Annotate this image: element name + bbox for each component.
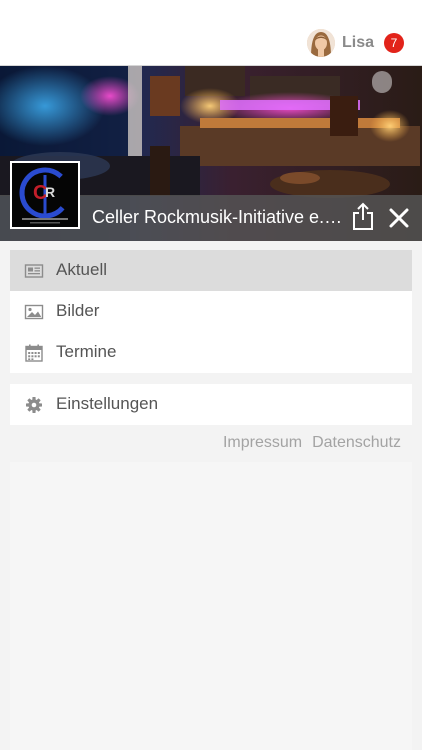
username[interactable]: Lisa bbox=[342, 34, 374, 52]
close-icon[interactable] bbox=[388, 207, 410, 229]
menu-item-bilder[interactable]: Bilder bbox=[10, 291, 412, 332]
logo-letter-r: R bbox=[45, 184, 55, 200]
newspaper-icon bbox=[24, 261, 44, 281]
primary-menu: Aktuell Bilder Termine bbox=[10, 250, 412, 373]
empty-content-area bbox=[10, 462, 412, 750]
group-title: Celler Rockmusik-Initiative e.V... bbox=[92, 207, 344, 227]
notification-badge[interactable]: 7 bbox=[384, 33, 404, 53]
datenschutz-link[interactable]: Datenschutz bbox=[312, 434, 401, 452]
menu-item-label: Aktuell bbox=[56, 260, 108, 279]
top-bar: Lisa 7 bbox=[0, 0, 422, 66]
close-button[interactable] bbox=[388, 207, 410, 229]
footer-links: Impressum Datenschutz bbox=[223, 434, 401, 452]
menu-item-label: Einstellungen bbox=[56, 394, 159, 413]
group-header: Celler Rockmusik-Initiative e.V... C R bbox=[0, 66, 422, 241]
secondary-menu: Einstellungen bbox=[10, 384, 412, 425]
group-logo: C R bbox=[10, 161, 80, 229]
menu-item-label: Termine bbox=[56, 342, 117, 361]
gear-icon bbox=[24, 395, 44, 415]
menu-item-label: Bilder bbox=[56, 301, 100, 320]
user-profile-button[interactable]: Lisa 7 bbox=[306, 28, 404, 58]
menu-item-einstellungen[interactable]: Einstellungen bbox=[10, 384, 412, 425]
share-icon[interactable] bbox=[352, 201, 374, 231]
menu-item-aktuell[interactable]: Aktuell bbox=[10, 250, 412, 291]
menu-item-termine[interactable]: Termine bbox=[10, 332, 412, 373]
impressum-link[interactable]: Impressum bbox=[223, 434, 302, 452]
avatar[interactable] bbox=[306, 29, 335, 57]
image-icon bbox=[24, 302, 44, 322]
calendar-icon bbox=[24, 343, 44, 363]
share-button[interactable] bbox=[352, 201, 374, 231]
